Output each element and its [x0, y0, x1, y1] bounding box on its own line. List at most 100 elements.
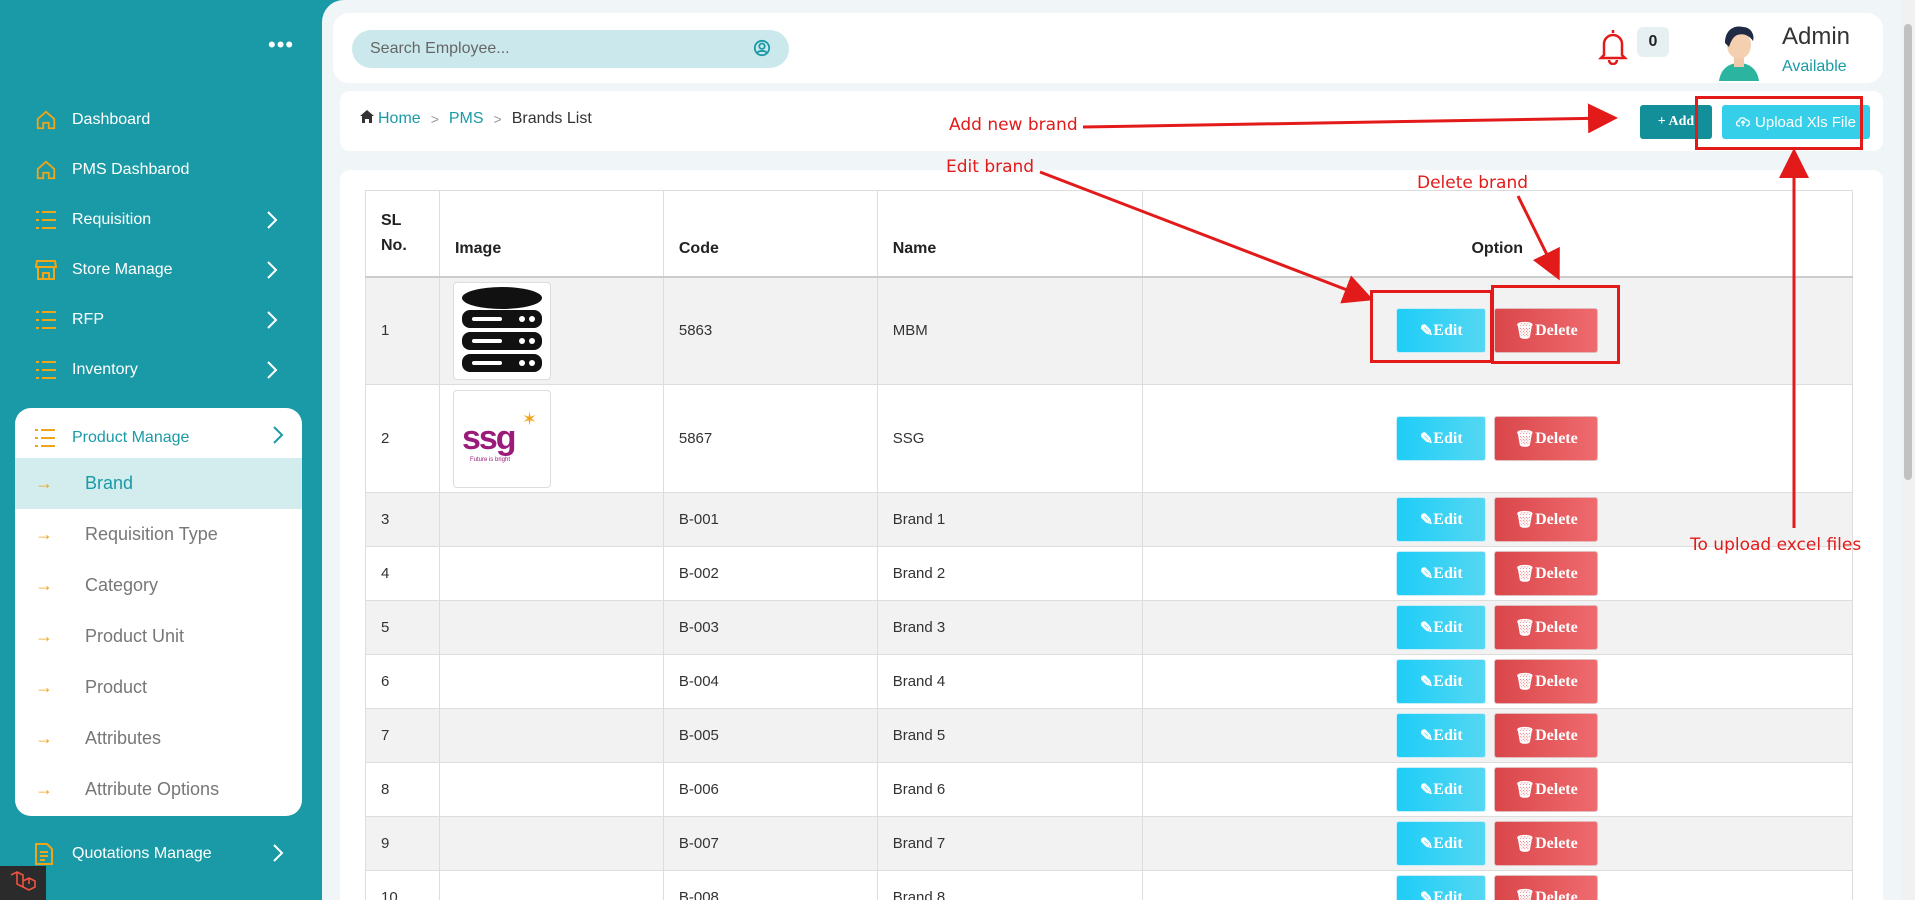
- list-icon: [34, 359, 58, 381]
- edit-button[interactable]: ✎ Edit: [1396, 659, 1487, 704]
- edit-icon: ✎: [1419, 511, 1434, 529]
- sidebar-item-label: Inventory: [72, 361, 138, 378]
- cell-option: ✎ Edit 🗑 Delete: [1141, 654, 1854, 709]
- table-row: 7 B-005 Brand 5 ✎ Edit 🗑 Delete: [365, 708, 1854, 763]
- cell-name: Brand 7: [876, 816, 1143, 871]
- delete-button[interactable]: 🗑 Delete: [1494, 821, 1599, 866]
- user-circle-icon[interactable]: [753, 39, 771, 62]
- edit-button[interactable]: ✎ Edit: [1396, 551, 1487, 596]
- cell-option: ✎ Edit 🗑 Delete: [1141, 708, 1854, 763]
- cell-code: 5863: [662, 276, 878, 385]
- sidebar-subitem-label: Product: [85, 677, 148, 697]
- cell-name: Brand 6: [876, 762, 1143, 817]
- edit-button[interactable]: ✎ Edit: [1396, 821, 1487, 866]
- edit-button[interactable]: ✎ Edit: [1396, 713, 1487, 758]
- delete-button[interactable]: 🗑 Delete: [1494, 551, 1599, 596]
- delete-button[interactable]: 🗑 Delete: [1494, 767, 1599, 812]
- scrollbar[interactable]: [1901, 0, 1915, 900]
- cell-option: ✎ Edit 🗑 Delete: [1141, 600, 1854, 655]
- cell-sl: 4: [365, 546, 440, 601]
- cell-image: [438, 546, 664, 601]
- breadcrumb-current: Brands List: [511, 110, 592, 127]
- cell-sl: 6: [365, 654, 440, 709]
- edit-button[interactable]: ✎ Edit: [1396, 416, 1487, 461]
- delete-button[interactable]: 🗑 Delete: [1494, 713, 1599, 758]
- star-icon: ✶: [521, 408, 538, 429]
- arrow-right-icon: →: [35, 524, 53, 544]
- notification-bell-icon[interactable]: [1597, 27, 1629, 70]
- cell-sl: 10: [365, 870, 440, 900]
- cell-name: MBM: [876, 276, 1143, 385]
- sidebar-subitem-label: Category: [85, 575, 159, 595]
- sidebar-subitem-product-unit[interactable]: → Product Unit: [15, 611, 302, 662]
- search-bar[interactable]: [352, 30, 789, 68]
- store-icon: [34, 259, 58, 281]
- delete-button[interactable]: 🗑 Delete: [1494, 497, 1599, 542]
- edit-button[interactable]: ✎ Edit: [1396, 767, 1487, 812]
- laravel-icon[interactable]: [0, 866, 46, 900]
- annotation-add-new-brand: Add new brand: [949, 115, 1078, 135]
- sidebar-item-pms-dashboard[interactable]: PMS Dashbarod: [34, 150, 284, 190]
- document-icon: [34, 843, 58, 865]
- sidebar-subitem-requisition-type[interactable]: → Requisition Type: [15, 509, 302, 560]
- cell-sl: 9: [365, 816, 440, 871]
- cell-image: SSG ✶ Future is bright: [438, 384, 664, 493]
- table-header-row: SL No. Image Code Name Option: [365, 190, 1854, 277]
- sidebar-item-label: Dashboard: [72, 111, 151, 128]
- cell-code: B-001: [662, 492, 878, 547]
- edit-button[interactable]: ✎ Edit: [1396, 875, 1487, 900]
- avatar[interactable]: [1713, 21, 1765, 81]
- list-icon: [34, 309, 58, 331]
- menu-dots-icon[interactable]: •••: [268, 34, 294, 56]
- sidebar-item-quotations-manage[interactable]: Quotations Manage: [34, 834, 284, 874]
- chevron-right-icon: [260, 208, 284, 232]
- cell-code: B-005: [662, 708, 878, 763]
- cell-name: Brand 2: [876, 546, 1143, 601]
- delete-button[interactable]: 🗑 Delete: [1494, 659, 1599, 704]
- cell-code: B-002: [662, 546, 878, 601]
- breadcrumb-separator: >: [430, 111, 439, 127]
- table-row: 1 5863 MBM ✎ Edit 🗑 Delete: [365, 276, 1854, 385]
- breadcrumb-home[interactable]: Home: [378, 110, 421, 128]
- sidebar-item-store-manage[interactable]: Store Manage: [34, 250, 284, 290]
- chevron-right-icon: [260, 358, 284, 382]
- sidebar-subitem-attribute-options[interactable]: → Attribute Options: [15, 764, 302, 815]
- home-icon: [360, 110, 374, 128]
- list-icon: [34, 428, 58, 448]
- edit-button[interactable]: ✎ Edit: [1396, 497, 1487, 542]
- sidebar-item-label: RFP: [72, 311, 104, 328]
- delete-button[interactable]: 🗑 Delete: [1494, 605, 1599, 650]
- sidebar-item-dashboard[interactable]: Dashboard: [34, 100, 284, 140]
- edit-button[interactable]: ✎ Edit: [1396, 605, 1487, 650]
- sidebar-item-product-manage[interactable]: Product Manage: [34, 418, 284, 458]
- sidebar-item-label: PMS Dashbarod: [72, 161, 190, 178]
- sidebar-item-requisition[interactable]: Requisition: [34, 200, 284, 240]
- arrow-right-icon: →: [35, 473, 53, 493]
- breadcrumb-pms[interactable]: PMS: [449, 110, 484, 128]
- annotation-edit-brand: Edit brand: [946, 157, 1035, 177]
- sidebar-subitem-product[interactable]: → Product: [15, 662, 302, 713]
- delete-button[interactable]: 🗑 Delete: [1494, 416, 1599, 461]
- sidebar-subitem-brand[interactable]: → Brand: [15, 458, 302, 509]
- sidebar-item-inventory[interactable]: Inventory: [34, 350, 284, 390]
- cell-code: B-004: [662, 654, 878, 709]
- scrollbar-thumb[interactable]: [1904, 24, 1912, 480]
- cell-name: Brand 1: [876, 492, 1143, 547]
- sidebar-subitem-category[interactable]: → Category: [15, 560, 302, 611]
- edit-icon: ✎: [1419, 889, 1434, 900]
- chevron-right-icon: [272, 844, 284, 867]
- search-input[interactable]: [370, 40, 740, 58]
- edit-icon: ✎: [1419, 781, 1434, 799]
- edit-icon: ✎: [1419, 565, 1434, 583]
- sidebar-subitem-attributes[interactable]: → Attributes: [15, 713, 302, 764]
- user-name[interactable]: Admin: [1782, 23, 1850, 51]
- cell-sl: 1: [365, 276, 440, 385]
- column-header-image: Image: [438, 190, 664, 277]
- top-bar: 0 Admin Available: [333, 13, 1883, 83]
- sidebar-item-rfp[interactable]: RFP: [34, 300, 284, 340]
- table-row: 4 B-002 Brand 2 ✎ Edit 🗑 Delete: [365, 546, 1854, 601]
- delete-button[interactable]: 🗑 Delete: [1494, 875, 1599, 900]
- chevron-right-icon: [260, 258, 284, 282]
- table-row: 5 B-003 Brand 3 ✎ Edit 🗑 Delete: [365, 600, 1854, 655]
- arrow-right-icon: →: [35, 575, 53, 595]
